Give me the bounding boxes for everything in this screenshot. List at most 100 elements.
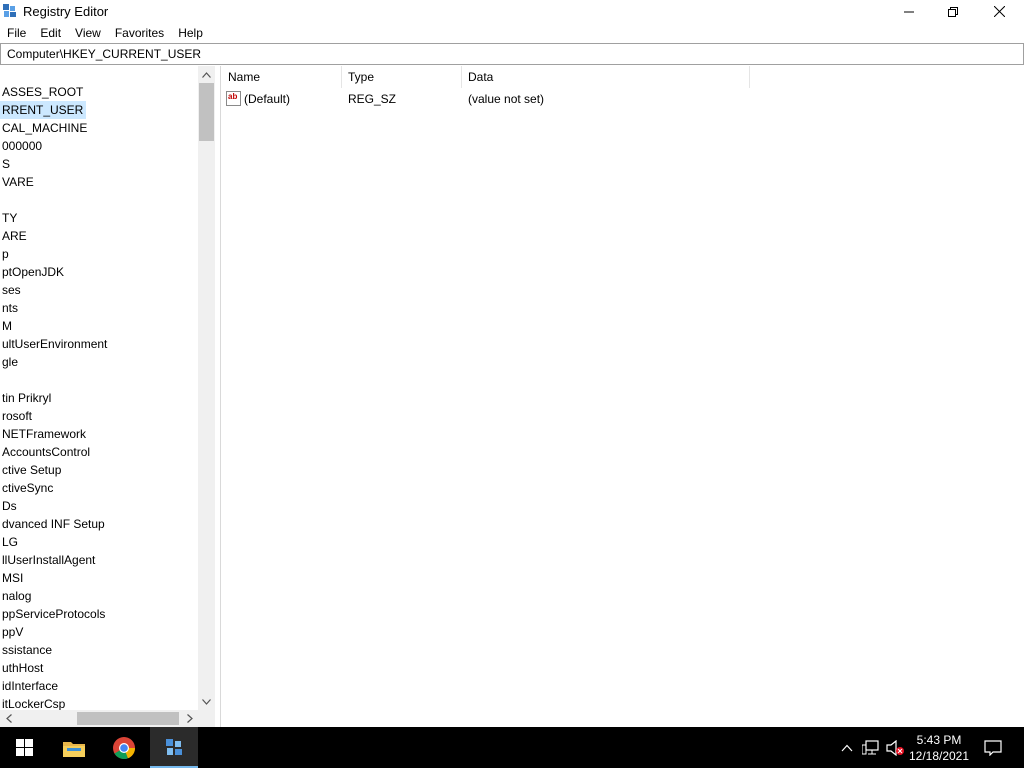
tree-item-label: M	[2, 319, 12, 333]
tree-item[interactable]: Ds	[0, 497, 198, 515]
tree-item-label: nalog	[2, 589, 32, 603]
menu-help[interactable]: Help	[171, 23, 210, 43]
tree-vertical-scrollbar[interactable]	[198, 66, 215, 710]
tree-item[interactable]: ctiveSync	[0, 479, 198, 497]
tree-item[interactable]: p	[0, 245, 198, 263]
value-data: (value not set)	[468, 92, 545, 106]
menu-file[interactable]: File	[0, 23, 33, 43]
scroll-right-button[interactable]	[181, 710, 198, 727]
tree-item-label: ssistance	[2, 643, 53, 657]
menu-view[interactable]: View	[68, 23, 108, 43]
tree-item[interactable]: ppV	[0, 623, 198, 641]
column-header-name[interactable]: Name	[221, 66, 341, 88]
horizontal-scroll-thumb[interactable]	[77, 712, 179, 725]
tree-item[interactable]: idInterface	[0, 677, 198, 695]
start-icon	[15, 739, 33, 756]
tree-item-label: ASSES_ROOT	[2, 85, 84, 99]
tree-item[interactable]: M	[0, 317, 198, 335]
tree-item[interactable]: ultUserEnvironment	[0, 335, 198, 353]
value-row[interactable]: ab (Default) REG_SZ (value not set)	[221, 90, 1024, 108]
value-name: (Default)	[244, 92, 291, 106]
restore-icon	[948, 6, 958, 17]
start-button[interactable]	[0, 727, 48, 768]
tree-item[interactable]: VARE	[0, 173, 198, 191]
tree-item[interactable]: CAL_MACHINE	[0, 119, 198, 137]
tree-item[interactable]: ASSES_ROOT	[0, 83, 198, 101]
tree-item[interactable]: MSI	[0, 569, 198, 587]
clock-date: 12/18/2021	[908, 749, 970, 763]
column-header-data[interactable]: Data	[461, 66, 749, 88]
tree-item-label: ultUserEnvironment	[2, 337, 108, 351]
scroll-up-button[interactable]	[198, 66, 215, 83]
tree-item[interactable]: rosoft	[0, 407, 198, 425]
scroll-down-button[interactable]	[198, 693, 215, 710]
address-path: Computer\HKEY_CURRENT_USER	[7, 47, 202, 61]
tree-item[interactable]: ptOpenJDK	[0, 263, 198, 281]
tree-item-label: NETFramework	[2, 427, 87, 441]
tree-item-label: p	[2, 247, 9, 261]
tree-item[interactable]: ssistance	[0, 641, 198, 659]
tree-item[interactable]: ppServiceProtocols	[0, 605, 198, 623]
tree-item-label: llUserInstallAgent	[2, 553, 96, 567]
tree-item-label: CAL_MACHINE	[2, 121, 88, 135]
file-explorer-icon	[63, 741, 85, 757]
tree-item-label: gle	[2, 355, 19, 369]
tree-item[interactable]: dvanced INF Setup	[0, 515, 198, 533]
column-divider[interactable]	[749, 66, 750, 88]
action-center-button[interactable]	[978, 727, 1008, 768]
tree-item[interactable]: llUserInstallAgent	[0, 551, 198, 569]
menu-favorites[interactable]: Favorites	[108, 23, 171, 43]
scroll-corner	[198, 710, 215, 727]
network-icon	[862, 739, 879, 754]
tree-item[interactable]: gle	[0, 353, 198, 371]
tree-item-label: TY	[2, 211, 18, 225]
tree-item[interactable]: NETFramework	[0, 425, 198, 443]
values-pane: Name Type Data ab (Default) REG_SZ (valu…	[221, 66, 1024, 727]
value-type: REG_SZ	[348, 92, 397, 106]
tree-item[interactable]: ARE	[0, 227, 198, 245]
taskbar-chrome[interactable]	[100, 727, 148, 768]
scroll-left-button[interactable]	[0, 710, 17, 727]
vertical-scroll-thumb[interactable]	[199, 83, 214, 141]
tree-item[interactable]: TY	[0, 209, 198, 227]
tree-item-label: ppV	[2, 625, 24, 639]
tree-item[interactable]: S	[0, 155, 198, 173]
tree-item-label: S	[2, 157, 11, 171]
tree-item[interactable]: RRENT_USER	[0, 101, 198, 119]
tree-item[interactable]: 000000	[0, 137, 198, 155]
network-button[interactable]	[860, 727, 882, 768]
tree-item[interactable]: LG	[0, 533, 198, 551]
string-value-icon: ab	[226, 91, 241, 106]
minimize-button[interactable]	[886, 0, 932, 23]
tree-item[interactable]: AccountsControl	[0, 443, 198, 461]
tree-item[interactable]: uthHost	[0, 659, 198, 677]
tree-item[interactable]: tin Prikryl	[0, 389, 198, 407]
show-hidden-icons-button[interactable]	[838, 727, 856, 768]
tree-item[interactable]: ctive Setup	[0, 461, 198, 479]
minimize-icon	[904, 11, 914, 12]
tree-item-label: ctive Setup	[2, 463, 62, 477]
tree-item-label: RRENT_USER	[0, 101, 87, 119]
address-bar[interactable]: Computer\HKEY_CURRENT_USER	[0, 43, 1024, 65]
key-tree: ASSES_ROOT RRENT_USER CAL_MACHINE 000000 S VA…	[0, 83, 198, 713]
restore-button[interactable]	[930, 0, 976, 23]
tree-item[interactable]	[0, 371, 198, 389]
taskbar-file-explorer[interactable]	[50, 727, 98, 768]
tree-item-label	[0, 371, 2, 389]
tree-horizontal-scrollbar[interactable]	[0, 710, 198, 727]
column-header-type[interactable]: Type	[341, 66, 461, 88]
clock[interactable]: 5:43 PM 12/18/2021	[900, 732, 978, 764]
tree-item-label: uthHost	[2, 661, 44, 675]
menu-edit[interactable]: Edit	[33, 23, 68, 43]
tree-item[interactable]: nts	[0, 299, 198, 317]
registry-editor-icon	[166, 738, 182, 755]
chevron-right-icon	[186, 714, 193, 723]
taskbar-registry-editor[interactable]	[150, 727, 198, 768]
window-title: Registry Editor	[23, 4, 109, 19]
tree-item-label: rosoft	[2, 409, 33, 423]
close-button[interactable]	[976, 0, 1022, 23]
tree-item[interactable]	[0, 191, 198, 209]
tree-item[interactable]: nalog	[0, 587, 198, 605]
tree-item-label: nts	[2, 301, 19, 315]
tree-item[interactable]: ses	[0, 281, 198, 299]
